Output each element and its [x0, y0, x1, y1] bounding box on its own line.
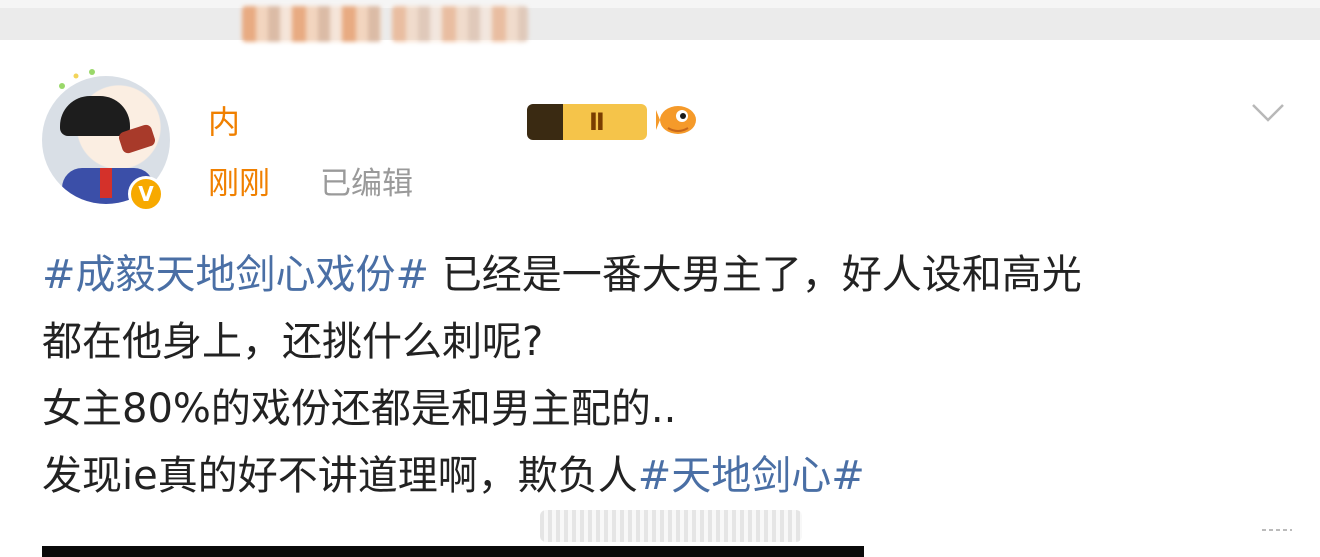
edited-indicator[interactable]: 已编辑 [320, 162, 413, 206]
redacted-name-part [392, 6, 528, 42]
watermark [540, 510, 802, 542]
chevron-down-icon[interactable] [1250, 100, 1286, 124]
content-line-4: 发现ie真的好不讲道理啊，欺负人#天地剑心# [42, 443, 1292, 510]
redacted-name-part [242, 6, 382, 42]
content-line-1: #成毅天地剑心戏份# 已经是一番大男主了，好人设和高光 [42, 242, 1292, 309]
author-name-text: 内 [208, 103, 241, 141]
post-content: #成毅天地剑心戏份# 已经是一番大男主了，好人设和高光 都在他身上，还挑什么刺呢… [42, 242, 1292, 510]
verified-v-badge-icon: V [128, 176, 164, 212]
topic-tag[interactable]: #成毅天地剑心戏份# [42, 252, 429, 298]
vip-level-label: Ⅱ [589, 108, 605, 136]
content-text: 发现ie真的好不讲道理啊，欺负人 [42, 453, 638, 499]
content-text: 已经是一番大男主了，好人设和高光 [429, 252, 1082, 298]
media-preview-edge [42, 546, 864, 557]
topic-tag[interactable]: #天地剑心# [638, 453, 865, 499]
content-line-3: 女主80%的戏份还都是和男主配的.. [42, 386, 677, 432]
post-time: 刚刚 [208, 166, 270, 202]
corner-mark [1262, 529, 1292, 531]
top-separator [0, 0, 1320, 40]
fish-emoji-icon [656, 106, 696, 134]
vip-level-badge-icon[interactable]: Ⅱ [527, 104, 647, 140]
content-line-2: 都在他身上，还挑什么刺呢? [42, 319, 544, 365]
